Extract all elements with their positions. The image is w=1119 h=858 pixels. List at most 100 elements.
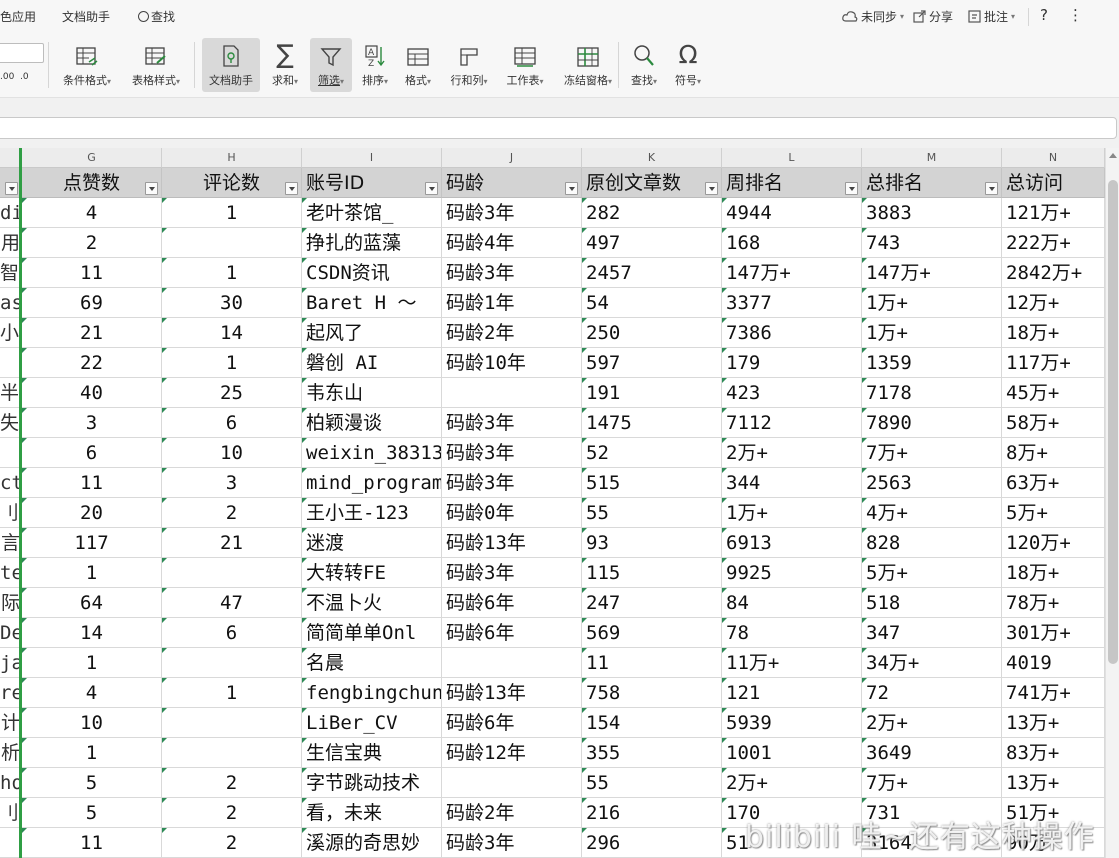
table-cell[interactable]: 11	[22, 468, 162, 498]
table-cell[interactable]: 6913	[722, 528, 862, 558]
table-cell[interactable]: LiBer_CV	[302, 708, 442, 738]
column-header-j[interactable]: J	[442, 148, 582, 168]
column-header-k[interactable]: K	[582, 148, 722, 168]
table-cell[interactable]: 18万+	[1002, 558, 1105, 588]
table-cell[interactable]: 7890	[862, 408, 1002, 438]
table-cell[interactable]: 2457	[582, 258, 722, 288]
table-cell[interactable]: 247	[582, 588, 722, 618]
table-cell[interactable]	[162, 738, 302, 768]
table-cell[interactable]: 4	[22, 198, 162, 228]
table-cell[interactable]: 11	[22, 828, 162, 858]
more-button[interactable]: ⋮	[1068, 6, 1083, 24]
filter-dropdown-button[interactable]	[985, 182, 998, 195]
share-button[interactable]: 分享	[913, 8, 953, 25]
table-cell[interactable]: 码龄13年	[442, 528, 582, 558]
table-cell[interactable]: 码龄3年	[442, 408, 582, 438]
table-cell[interactable]: 115	[582, 558, 722, 588]
comment-button[interactable]: 批注 ▾	[968, 8, 1015, 25]
table-cell[interactable]: 2	[162, 828, 302, 858]
table-cell[interactable]: 老叶茶馆_	[302, 198, 442, 228]
table-cell[interactable]: 9925	[722, 558, 862, 588]
table-cell[interactable]: 5万+	[862, 558, 1002, 588]
table-cell[interactable]: 355	[582, 738, 722, 768]
help-button[interactable]: ?	[1040, 6, 1048, 24]
scrollbar-thumb[interactable]	[1108, 180, 1118, 664]
table-cell[interactable]: 2563	[862, 468, 1002, 498]
table-cell[interactable]: 码龄2年	[442, 798, 582, 828]
table-cell[interactable]: 347	[862, 618, 1002, 648]
table-cell[interactable]: 11	[582, 648, 722, 678]
sync-status[interactable]: 未同步 ▾	[842, 8, 904, 25]
table-cell[interactable]: 117	[22, 528, 162, 558]
table-cell[interactable]: 22	[22, 348, 162, 378]
table-cell[interactable]: 11万+	[722, 648, 862, 678]
filter-dropdown-button[interactable]	[285, 182, 298, 195]
table-cell[interactable]: 码龄13年	[442, 678, 582, 708]
table-cell[interactable]: 看，未来	[302, 798, 442, 828]
table-cell[interactable]: 121	[722, 678, 862, 708]
table-cell[interactable]: 1	[162, 198, 302, 228]
filter-dropdown-button[interactable]	[565, 182, 578, 195]
table-cell[interactable]: 84	[722, 588, 862, 618]
table-cell[interactable]: 码龄4年	[442, 228, 582, 258]
table-cell[interactable]: 7万+	[862, 438, 1002, 468]
table-cell[interactable]: 83万+	[1002, 738, 1105, 768]
table-cell[interactable]: 7112	[722, 408, 862, 438]
table-cell[interactable]: 828	[862, 528, 1002, 558]
table-cell[interactable]: 191	[582, 378, 722, 408]
table-cell[interactable]: 7178	[862, 378, 1002, 408]
formula-input[interactable]	[0, 117, 1117, 139]
table-cell[interactable]: 2	[162, 498, 302, 528]
table-cell[interactable]: 121万+	[1002, 198, 1105, 228]
table-cell[interactable]: 5	[22, 798, 162, 828]
filter-dropdown-button[interactable]	[425, 182, 438, 195]
table-cell[interactable]: 柏颖漫谈	[302, 408, 442, 438]
table-cell[interactable]: 21	[162, 528, 302, 558]
table-cell[interactable]: 3883	[862, 198, 1002, 228]
table-cell[interactable]: 7万+	[862, 768, 1002, 798]
table-cell[interactable]: 3	[162, 468, 302, 498]
conditional-format-button[interactable]: 条件格式▾	[56, 38, 118, 92]
table-cell[interactable]: 8万+	[1002, 438, 1105, 468]
table-cell[interactable]: 1	[162, 348, 302, 378]
table-cell[interactable]: 78万+	[1002, 588, 1105, 618]
table-cell[interactable]: 63万+	[1002, 468, 1105, 498]
table-cell[interactable]	[162, 708, 302, 738]
table-cell[interactable]: 6	[162, 618, 302, 648]
table-cell[interactable]: 301万+	[1002, 618, 1105, 648]
worksheet-button[interactable]: 工作表▾	[500, 38, 550, 92]
table-cell[interactable]: 1万+	[722, 498, 862, 528]
doc-assistant-button[interactable]: 文档助手	[202, 38, 260, 92]
filter-button[interactable]: 筛选▾	[310, 38, 352, 92]
table-cell[interactable]: 6	[22, 438, 162, 468]
table-cell[interactable]: 741万+	[1002, 678, 1105, 708]
table-cell[interactable]: 码龄6年	[442, 618, 582, 648]
table-cell[interactable]: 52	[582, 438, 722, 468]
table-cell[interactable]: 40	[22, 378, 162, 408]
table-cell[interactable]: 250	[582, 318, 722, 348]
table-cell[interactable]: 码龄3年	[442, 438, 582, 468]
table-cell[interactable]: 1001	[722, 738, 862, 768]
number-format-select[interactable]	[0, 43, 44, 63]
table-cell[interactable]: 1	[22, 738, 162, 768]
table-cell[interactable]: 69	[22, 288, 162, 318]
table-cell[interactable]: 18万+	[1002, 318, 1105, 348]
table-cell[interactable]	[162, 228, 302, 258]
table-cell[interactable]: 10	[22, 708, 162, 738]
scroll-up-arrow-icon[interactable]	[1109, 153, 1117, 158]
table-cell[interactable]: 码龄3年	[442, 828, 582, 858]
table-cell[interactable]: 14	[22, 618, 162, 648]
table-cell[interactable]: 117万+	[1002, 348, 1105, 378]
table-cell[interactable]: 王小王-123	[302, 498, 442, 528]
table-cell[interactable]: CSDN资讯	[302, 258, 442, 288]
column-header-m[interactable]: M	[862, 148, 1002, 168]
table-cell[interactable]: 挣扎的蓝藻	[302, 228, 442, 258]
table-cell[interactable]: 码龄12年	[442, 738, 582, 768]
table-cell[interactable]: 344	[722, 468, 862, 498]
table-cell[interactable]: 20	[22, 498, 162, 528]
table-cell[interactable]: 10	[162, 438, 302, 468]
column-header-i[interactable]: I	[302, 148, 442, 168]
column-header-h[interactable]: H	[162, 148, 302, 168]
table-cell[interactable]: 423	[722, 378, 862, 408]
table-cell[interactable]: 21	[22, 318, 162, 348]
